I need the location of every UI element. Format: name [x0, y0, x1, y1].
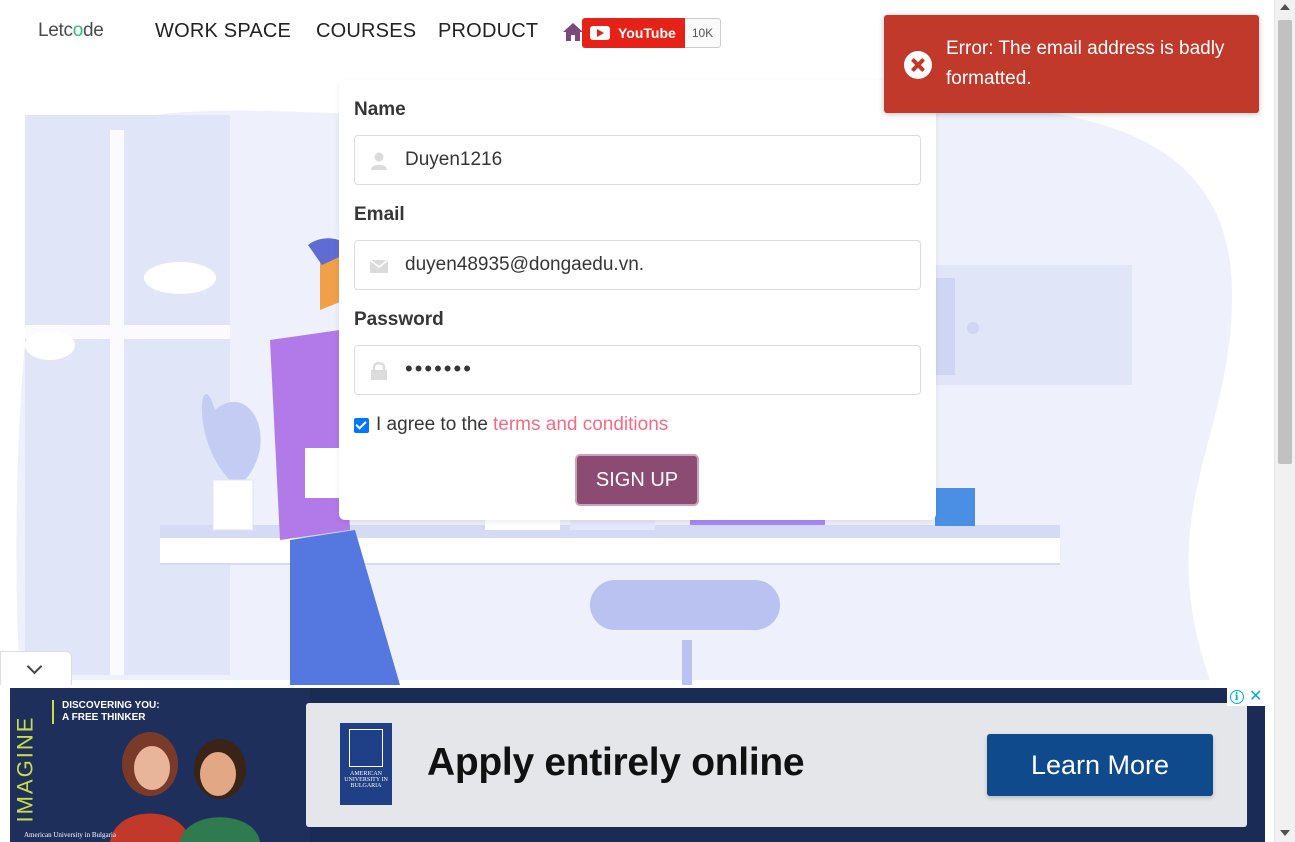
- nav-workspace[interactable]: WORK SPACE: [155, 20, 291, 43]
- ad-tagline-line1: DISCOVERING YOU:: [62, 700, 160, 711]
- scroll-up-icon[interactable]: [1280, 4, 1290, 10]
- email-value: duyen48935@dongaedu.vn.: [405, 254, 645, 275]
- ad-imagine-text: IMAGINE: [12, 715, 38, 823]
- user-icon: [371, 152, 387, 170]
- email-label: Email: [354, 204, 405, 225]
- ad-image-panel: IMAGINE DISCOVERING YOU: A FREE THINKER …: [10, 688, 310, 842]
- password-label: Password: [354, 309, 444, 330]
- agree-row: I agree to the terms and conditions: [354, 414, 668, 436]
- logo-suffix: de: [83, 20, 104, 41]
- aub-logo-text: AMERICAN UNIVERSITY IN BULGARIA: [344, 771, 388, 789]
- name-value: Duyen1216: [405, 149, 503, 170]
- home-icon[interactable]: [562, 22, 584, 42]
- envelope-icon: [369, 259, 389, 273]
- youtube-button[interactable]: YouTube: [582, 18, 685, 48]
- play-icon: [590, 26, 610, 40]
- lock-icon: [371, 362, 387, 380]
- error-toast[interactable]: Error: The email address is badly format…: [884, 15, 1259, 113]
- error-circle-icon: [904, 51, 932, 79]
- ad-aub-small: American University in Bulgaria: [24, 831, 116, 839]
- terms-link[interactable]: terms and conditions: [493, 414, 668, 436]
- scroll-down-icon[interactable]: [1280, 830, 1290, 836]
- email-field[interactable]: duyen48935@dongaedu.vn.: [354, 240, 921, 290]
- youtube-label: YouTube: [618, 25, 676, 41]
- logo[interactable]: Letcode: [38, 20, 104, 42]
- learn-more-button[interactable]: Learn More: [987, 734, 1213, 796]
- info-icon[interactable]: i: [1229, 690, 1244, 704]
- password-value: •••••••: [405, 356, 473, 381]
- ad-content-panel: AMERICAN UNIVERSITY IN BULGARIA Apply en…: [306, 703, 1247, 827]
- ad-banner[interactable]: IMAGINE DISCOVERING YOU: A FREE THINKER …: [10, 688, 1265, 842]
- ad-headline: Apply entirely online: [427, 741, 805, 784]
- signup-button[interactable]: SIGN UP: [575, 454, 699, 506]
- scroll-thumb[interactable]: [1278, 20, 1292, 464]
- agree-checkbox[interactable]: [354, 417, 369, 433]
- ad-collapse-tab[interactable]: [0, 651, 72, 685]
- error-message: Error: The email address is badly format…: [946, 38, 1225, 89]
- agree-text: I agree to the: [376, 414, 488, 435]
- ad-tagline: DISCOVERING YOU: A FREE THINKER: [52, 700, 160, 724]
- youtube-count: 10K: [684, 18, 722, 48]
- ad-photo: [110, 732, 260, 842]
- chevron-down-icon: [26, 658, 43, 675]
- name-field[interactable]: Duyen1216: [354, 135, 921, 185]
- youtube-subscribe-badge[interactable]: YouTube 10K: [582, 18, 722, 48]
- close-icon[interactable]: ✕: [1249, 689, 1262, 705]
- password-field[interactable]: •••••••: [354, 345, 921, 395]
- aub-logo: AMERICAN UNIVERSITY IN BULGARIA: [340, 723, 392, 805]
- logo-o: o: [72, 20, 84, 41]
- page-scrollbar[interactable]: [1274, 0, 1295, 842]
- nav-courses[interactable]: COURSES: [316, 20, 416, 43]
- ad-choices[interactable]: i ✕: [1227, 688, 1265, 706]
- aub-logo-mark: [349, 729, 383, 767]
- logo-prefix: Letc: [38, 20, 73, 41]
- ad-tagline-line2: A FREE THINKER: [62, 712, 146, 723]
- nav-product[interactable]: PRODUCT: [438, 20, 538, 43]
- name-label: Name: [354, 99, 406, 120]
- signup-form: Name Duyen1216 Email duyen48935@dongaedu…: [339, 80, 936, 520]
